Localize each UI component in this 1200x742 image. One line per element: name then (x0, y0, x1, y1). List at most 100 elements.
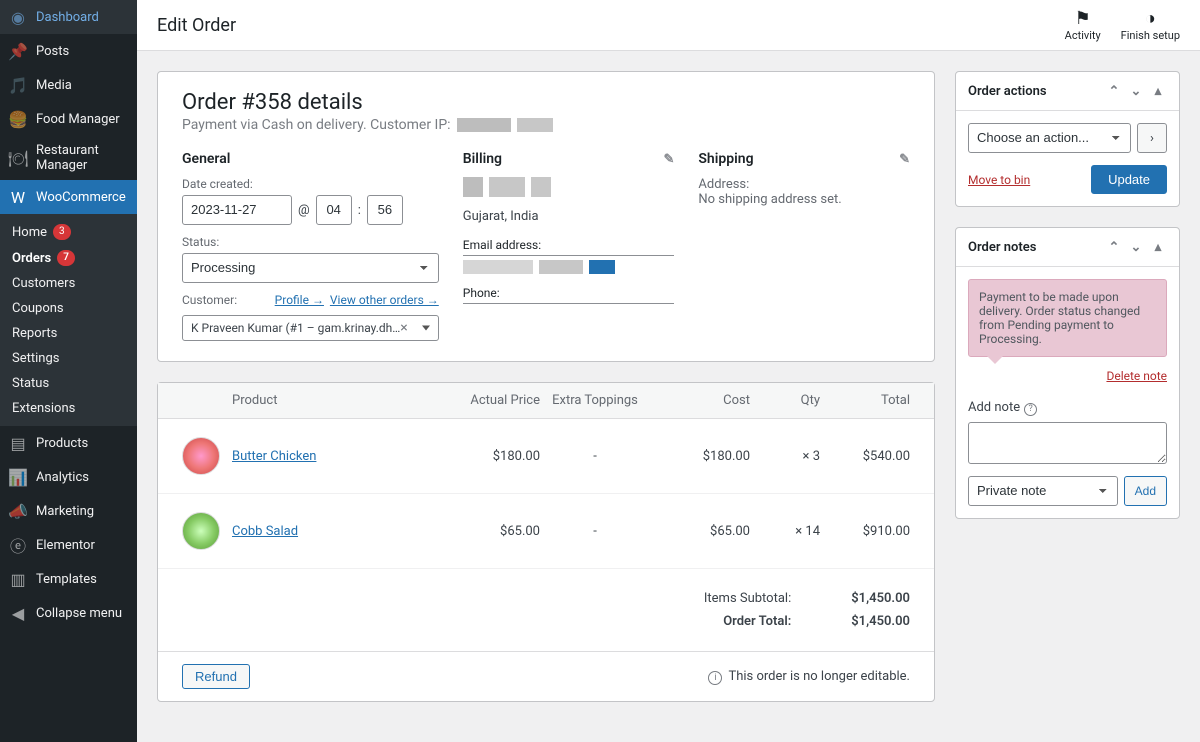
hour-input[interactable] (316, 195, 352, 225)
status-select[interactable]: Processing (182, 253, 439, 283)
move-up-icon[interactable]: ⌃ (1105, 82, 1123, 100)
product-link[interactable]: Butter Chicken (232, 449, 316, 464)
sidebar-item-restaurant-manager[interactable]: 🍽Restaurant Manager (0, 136, 137, 180)
dashboard-icon: ◉ (8, 7, 28, 27)
general-heading: General (182, 151, 439, 167)
products-icon: ▤ (8, 433, 28, 453)
info-icon: i (708, 671, 722, 685)
order-subtitle: Payment via Cash on delivery. Customer I… (182, 117, 910, 133)
restaurant-icon: 🍽 (8, 148, 28, 168)
email-label: Email address: (463, 238, 541, 252)
submenu-orders[interactable]: Orders7 (0, 245, 137, 271)
edit-billing-icon[interactable]: ✎ (663, 152, 674, 167)
billing-section: Billing✎ Gujarat, India Email address: (463, 151, 675, 341)
analytics-icon: 📊 (8, 467, 28, 487)
item-row: Cobb Salad $65.00 - $65.00 × 14 $910.00 (158, 494, 934, 569)
shipping-no-address: No shipping address set. (698, 192, 910, 207)
date-input[interactable] (182, 195, 292, 225)
move-to-bin-link[interactable]: Move to bin (968, 173, 1030, 187)
woocommerce-submenu: Home3 Orders7 Customers Coupons Reports … (0, 214, 137, 426)
collapse-icon: ◀ (8, 603, 28, 623)
sidebar-item-marketing[interactable]: 📣Marketing (0, 494, 137, 528)
sidebar-item-elementor[interactable]: ⓔElementor (0, 528, 137, 562)
apply-action-button[interactable]: › (1137, 123, 1167, 153)
item-row: Butter Chicken $180.00 - $180.00 × 3 $54… (158, 419, 934, 494)
move-up-icon[interactable]: ⌃ (1105, 238, 1123, 256)
product-thumb (182, 512, 220, 550)
shipping-address-label: Address: (698, 177, 910, 192)
sidebar-item-posts[interactable]: 📌Posts (0, 34, 137, 68)
toggle-icon[interactable]: ▴ (1149, 238, 1167, 256)
sidebar-item-dashboard[interactable]: ◉Dashboard (0, 0, 137, 34)
order-items-card: Product Actual Price Extra Toppings Cost… (157, 382, 935, 702)
order-actions-title: Order actions (968, 84, 1047, 99)
minute-input[interactable] (367, 195, 403, 225)
elementor-icon: ⓔ (8, 535, 28, 555)
activity-button[interactable]: ⚑Activity (1065, 8, 1101, 42)
marketing-icon: 📣 (8, 501, 28, 521)
customer-select[interactable]: K Praveen Kumar (#1 – gam.krinay.dh… × (182, 315, 439, 341)
collapse-menu[interactable]: ◀Collapse menu (0, 596, 137, 630)
templates-icon: ▥ (8, 569, 28, 589)
profile-link[interactable]: Profile → (275, 293, 324, 307)
pin-icon: 📌 (8, 41, 28, 61)
items-header: Product Actual Price Extra Toppings Cost… (158, 383, 934, 419)
clear-customer-icon[interactable]: × (400, 320, 407, 336)
food-icon: 🍔 (8, 109, 28, 129)
view-orders-link[interactable]: View other orders → (330, 293, 439, 307)
action-select[interactable]: Choose an action... (968, 123, 1131, 153)
items-subtotal: $1,450.00 (851, 591, 910, 606)
sidebar-item-templates[interactable]: ▥Templates (0, 562, 137, 596)
update-button[interactable]: Update (1091, 165, 1167, 194)
add-note-label: Add note (968, 400, 1020, 415)
product-thumb (182, 437, 220, 475)
submenu-reports[interactable]: Reports (0, 321, 137, 346)
order-notes-title: Order notes (968, 240, 1036, 255)
product-link[interactable]: Cobb Salad (232, 524, 298, 539)
order-notes-card: Order notes ⌃ ⌄ ▴ Payment to be made upo… (955, 227, 1180, 519)
orders-badge: 7 (57, 250, 75, 266)
woocommerce-icon: W (8, 187, 28, 207)
page-title: Edit Order (157, 15, 236, 36)
email-redacted (463, 260, 675, 274)
order-note: Payment to be made upon delivery. Order … (968, 279, 1167, 357)
order-title: Order #358 details (182, 90, 910, 115)
phone-label: Phone: (463, 286, 500, 300)
admin-sidebar: ◉Dashboard 📌Posts 🎵Media 🍔Food Manager 🍽… (0, 0, 137, 742)
delete-note-link[interactable]: Delete note (1106, 369, 1167, 383)
general-section: General Date created: @ : Status: Proces… (182, 151, 439, 341)
media-icon: 🎵 (8, 75, 28, 95)
sidebar-item-woocommerce[interactable]: WWooCommerce (0, 180, 137, 214)
ip-redacted (457, 118, 511, 132)
refund-button[interactable]: Refund (182, 664, 250, 689)
order-details-card: Order #358 details Payment via Cash on d… (157, 71, 935, 362)
sidebar-item-products[interactable]: ▤Products (0, 426, 137, 460)
submenu-extensions[interactable]: Extensions (0, 396, 137, 421)
billing-heading: Billing (463, 151, 502, 167)
add-note-button[interactable]: Add (1124, 476, 1167, 506)
flag-icon: ⚑ (1075, 8, 1091, 29)
order-actions-card: Order actions ⌃ ⌄ ▴ Choose an action... … (955, 71, 1180, 207)
sidebar-item-media[interactable]: 🎵Media (0, 68, 137, 102)
customer-label: Customer: (182, 293, 237, 307)
submenu-home[interactable]: Home3 (0, 219, 137, 245)
edit-shipping-icon[interactable]: ✎ (899, 152, 910, 167)
toggle-icon[interactable]: ▴ (1149, 82, 1167, 100)
billing-redacted (463, 177, 675, 197)
shipping-section: Shipping✎ Address: No shipping address s… (698, 151, 910, 341)
sidebar-item-analytics[interactable]: 📊Analytics (0, 460, 137, 494)
submenu-settings[interactable]: Settings (0, 346, 137, 371)
note-textarea[interactable] (968, 422, 1167, 464)
help-icon[interactable]: ? (1024, 403, 1037, 416)
move-down-icon[interactable]: ⌄ (1127, 82, 1145, 100)
date-created-label: Date created: (182, 177, 439, 191)
not-editable-notice: iThis order is no longer editable. (708, 669, 910, 685)
submenu-status[interactable]: Status (0, 371, 137, 396)
move-down-icon[interactable]: ⌄ (1127, 238, 1145, 256)
home-badge: 3 (53, 224, 71, 240)
submenu-coupons[interactable]: Coupons (0, 296, 137, 321)
sidebar-item-food-manager[interactable]: 🍔Food Manager (0, 102, 137, 136)
note-type-select[interactable]: Private note (968, 476, 1118, 506)
finish-setup-button[interactable]: ◑Finish setup (1121, 8, 1180, 42)
submenu-customers[interactable]: Customers (0, 271, 137, 296)
